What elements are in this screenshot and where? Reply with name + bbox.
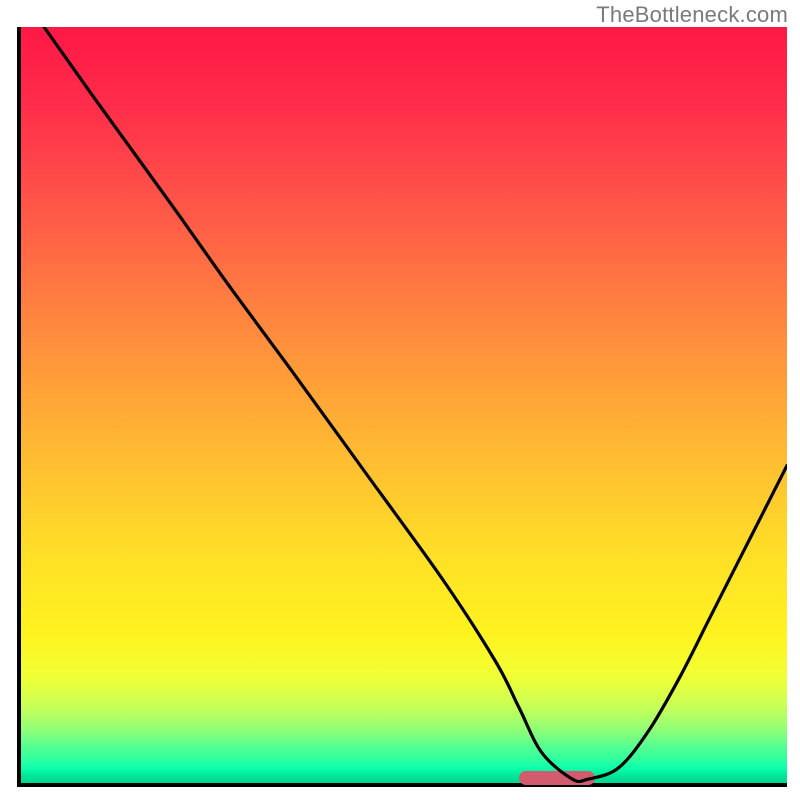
bottleneck-curve [21,27,787,783]
plot-area [17,27,787,787]
chart-container: TheBottleneck.com [0,0,800,800]
watermark-text: TheBottleneck.com [596,2,788,28]
curve-path [44,27,787,782]
optimal-range-pill [519,771,596,785]
